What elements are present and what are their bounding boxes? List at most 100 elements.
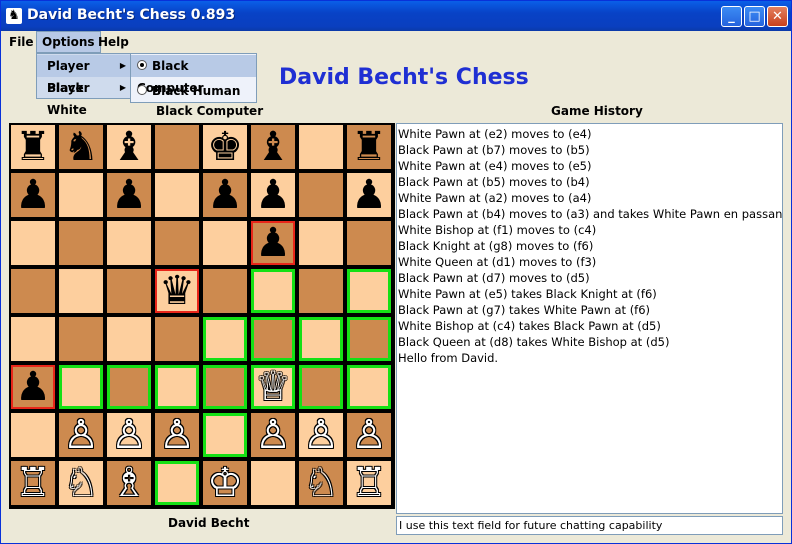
menu-help[interactable]: Help [93,31,134,53]
square-d2[interactable]: ♙ [155,413,199,457]
square-g5[interactable] [299,269,343,313]
menu-options[interactable]: Options [36,31,101,53]
square-c7[interactable]: ♟ [107,173,151,217]
square-g3[interactable] [299,365,343,409]
black-queen-icon[interactable]: ♛ [159,268,195,314]
square-g2[interactable]: ♙ [299,413,343,457]
square-g1[interactable]: ♘ [299,461,343,505]
square-b7[interactable] [59,173,103,217]
square-g7[interactable] [299,173,343,217]
black-pawn-icon[interactable]: ♟ [255,220,291,266]
menu-item-black-computer[interactable]: Black Computer [131,55,256,95]
square-c2[interactable]: ♙ [107,413,151,457]
square-f7[interactable]: ♟ [251,173,295,217]
square-d4[interactable] [155,317,199,361]
white-pawn-icon[interactable]: ♙ [111,412,147,458]
square-h8[interactable]: ♜ [347,125,391,169]
square-h2[interactable]: ♙ [347,413,391,457]
square-c5[interactable] [107,269,151,313]
black-pawn-icon[interactable]: ♟ [15,172,51,218]
white-pawn-icon[interactable]: ♙ [255,412,291,458]
black-knight-icon[interactable]: ♞ [63,124,99,170]
square-e4[interactable] [203,317,247,361]
square-c4[interactable] [107,317,151,361]
square-g8[interactable] [299,125,343,169]
square-e1[interactable]: ♔ [203,461,247,505]
square-g6[interactable] [299,221,343,265]
square-e5[interactable] [203,269,247,313]
black-pawn-icon[interactable]: ♟ [255,172,291,218]
square-h1[interactable]: ♖ [347,461,391,505]
minimize-button[interactable]: _ [721,6,742,27]
menu-file[interactable]: File [4,31,39,53]
white-bishop-icon[interactable]: ♗ [111,460,147,506]
chat-input[interactable]: I use this text field for future chattin… [396,516,783,535]
square-b8[interactable]: ♞ [59,125,103,169]
square-d8[interactable] [155,125,199,169]
square-e8[interactable]: ♚ [203,125,247,169]
black-bishop-icon[interactable]: ♝ [111,124,147,170]
square-b4[interactable] [59,317,103,361]
black-rook-icon[interactable]: ♜ [15,124,51,170]
black-bishop-icon[interactable]: ♝ [255,124,291,170]
square-b6[interactable] [59,221,103,265]
square-h3[interactable] [347,365,391,409]
square-c1[interactable]: ♗ [107,461,151,505]
square-b2[interactable]: ♙ [59,413,103,457]
square-a6[interactable] [11,221,55,265]
white-pawn-icon[interactable]: ♙ [303,412,339,458]
white-king-icon[interactable]: ♔ [207,460,243,506]
game-history-list[interactable]: White Pawn at (e2) moves to (e4) Black Pa… [396,123,783,514]
square-c6[interactable] [107,221,151,265]
white-knight-icon[interactable]: ♘ [303,460,339,506]
square-a2[interactable] [11,413,55,457]
square-f6[interactable]: ♟ [251,221,295,265]
black-pawn-icon[interactable]: ♟ [111,172,147,218]
square-e6[interactable] [203,221,247,265]
menu-item-player-black[interactable]: Player Black ▶ [37,55,130,95]
square-a5[interactable] [11,269,55,313]
square-d1[interactable] [155,461,199,505]
white-rook-icon[interactable]: ♖ [351,460,387,506]
square-e7[interactable]: ♟ [203,173,247,217]
white-knight-icon[interactable]: ♘ [63,460,99,506]
black-king-icon[interactable]: ♚ [207,124,243,170]
menu-item-black-human[interactable]: Black Human [131,80,256,102]
square-f5[interactable] [251,269,295,313]
black-pawn-icon[interactable]: ♟ [351,172,387,218]
square-a1[interactable]: ♖ [11,461,55,505]
white-pawn-icon[interactable]: ♙ [63,412,99,458]
white-queen-icon[interactable]: ♕ [255,364,291,410]
square-g4[interactable] [299,317,343,361]
square-d6[interactable] [155,221,199,265]
square-f2[interactable]: ♙ [251,413,295,457]
black-pawn-icon[interactable]: ♟ [15,364,51,410]
square-a3[interactable]: ♟ [11,365,55,409]
black-pawn-icon[interactable]: ♟ [207,172,243,218]
square-a8[interactable]: ♜ [11,125,55,169]
menu-item-player-white[interactable]: Player White ▶ [37,77,130,117]
square-d3[interactable] [155,365,199,409]
square-h4[interactable] [347,317,391,361]
square-h5[interactable] [347,269,391,313]
square-f1[interactable] [251,461,295,505]
square-d5[interactable]: ♛ [155,269,199,313]
close-button[interactable]: ✕ [767,6,788,27]
square-h6[interactable] [347,221,391,265]
square-f3[interactable]: ♕ [251,365,295,409]
square-e3[interactable] [203,365,247,409]
white-pawn-icon[interactable]: ♙ [159,412,195,458]
square-e2[interactable] [203,413,247,457]
square-f4[interactable] [251,317,295,361]
square-f8[interactable]: ♝ [251,125,295,169]
square-b5[interactable] [59,269,103,313]
square-b3[interactable] [59,365,103,409]
square-a7[interactable]: ♟ [11,173,55,217]
square-c3[interactable] [107,365,151,409]
black-rook-icon[interactable]: ♜ [351,124,387,170]
square-b1[interactable]: ♘ [59,461,103,505]
square-c8[interactable]: ♝ [107,125,151,169]
title-bar[interactable]: ♞ David Becht's Chess 0.893 _ □ ✕ [1,1,791,31]
white-rook-icon[interactable]: ♖ [15,460,51,506]
square-h7[interactable]: ♟ [347,173,391,217]
